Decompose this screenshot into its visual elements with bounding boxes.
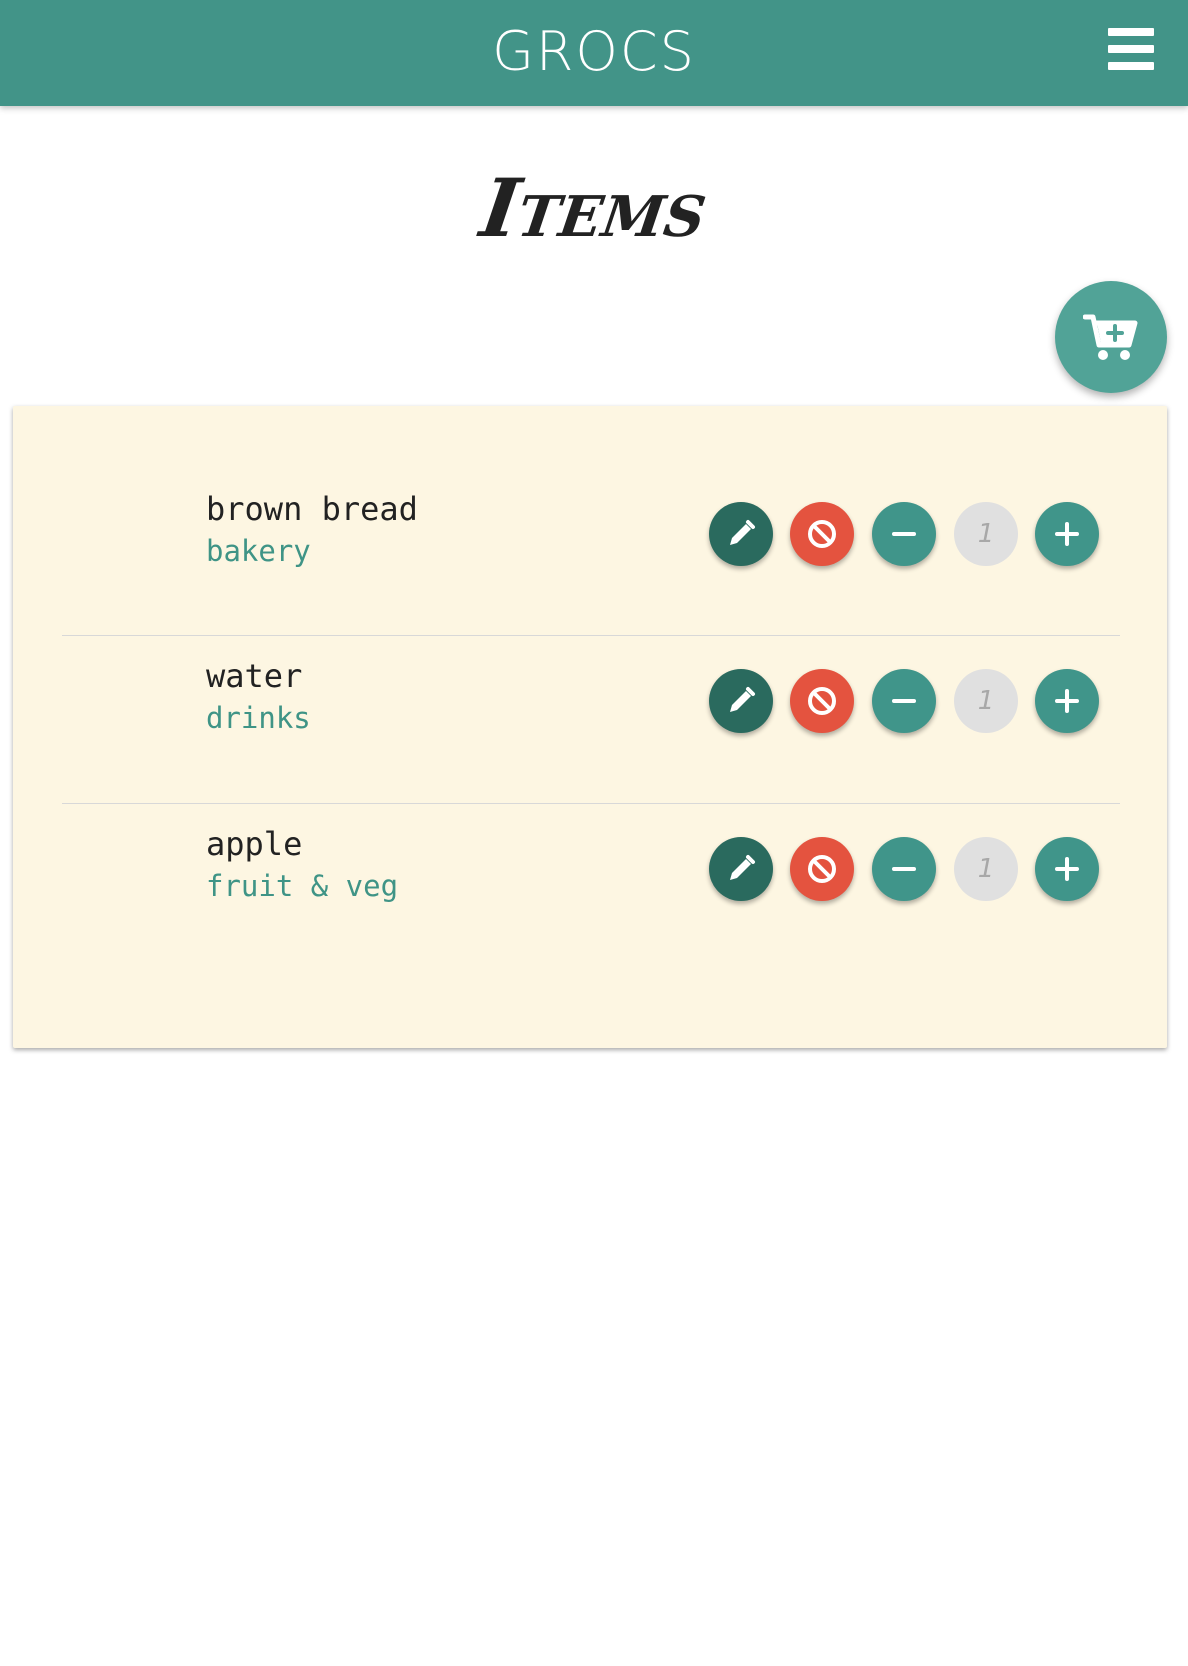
- item-name: apple: [206, 825, 303, 863]
- item-name: water: [206, 657, 303, 695]
- edit-button[interactable]: [709, 502, 773, 566]
- edit-button[interactable]: [709, 669, 773, 733]
- pencil-icon: [730, 520, 755, 545]
- increase-quantity-button[interactable]: [1035, 837, 1099, 901]
- increase-quantity-button[interactable]: [1035, 669, 1099, 733]
- decrease-quantity-button[interactable]: [872, 837, 936, 901]
- page-title: Items: [475, 161, 713, 255]
- delete-button[interactable]: [790, 502, 854, 566]
- ban-icon: [808, 520, 836, 548]
- edit-button[interactable]: [709, 837, 773, 901]
- pencil-icon: [730, 855, 755, 880]
- list-item: water drinks 1: [62, 636, 1120, 804]
- delete-button[interactable]: [790, 669, 854, 733]
- item-category: drinks: [206, 701, 311, 735]
- cart-plus-icon: [1083, 314, 1138, 360]
- ban-icon: [808, 687, 836, 715]
- plus-icon: [1055, 689, 1079, 713]
- decrease-quantity-button[interactable]: [872, 669, 936, 733]
- decrease-quantity-button[interactable]: [872, 502, 936, 566]
- ban-icon: [808, 855, 836, 883]
- add-item-button[interactable]: [1055, 281, 1167, 393]
- delete-button[interactable]: [790, 837, 854, 901]
- quantity-value: 1: [954, 837, 1018, 901]
- quantity-value: 1: [954, 669, 1018, 733]
- item-category: bakery: [206, 534, 311, 568]
- plus-icon: [1055, 522, 1079, 546]
- plus-icon: [1055, 857, 1079, 881]
- menu-button[interactable]: [1108, 28, 1154, 70]
- pencil-icon: [730, 687, 755, 712]
- minus-icon: [892, 867, 916, 871]
- item-category: fruit & veg: [206, 869, 399, 903]
- app-title: GROCS: [492, 20, 696, 83]
- items-list-card: brown bread bakery 1 water drinks 1 appl…: [13, 406, 1167, 1048]
- hamburger-menu-icon-bar: [1108, 45, 1154, 53]
- list-item: brown bread bakery 1: [62, 406, 1120, 636]
- hamburger-menu-icon-bar: [1108, 62, 1154, 70]
- app-header: GROCS: [0, 0, 1188, 106]
- increase-quantity-button[interactable]: [1035, 502, 1099, 566]
- hamburger-menu-icon: [1108, 28, 1154, 36]
- minus-icon: [892, 699, 916, 703]
- item-name: brown bread: [206, 490, 418, 528]
- quantity-value: 1: [954, 502, 1018, 566]
- list-item: apple fruit & veg 1: [62, 804, 1120, 984]
- minus-icon: [892, 532, 916, 536]
